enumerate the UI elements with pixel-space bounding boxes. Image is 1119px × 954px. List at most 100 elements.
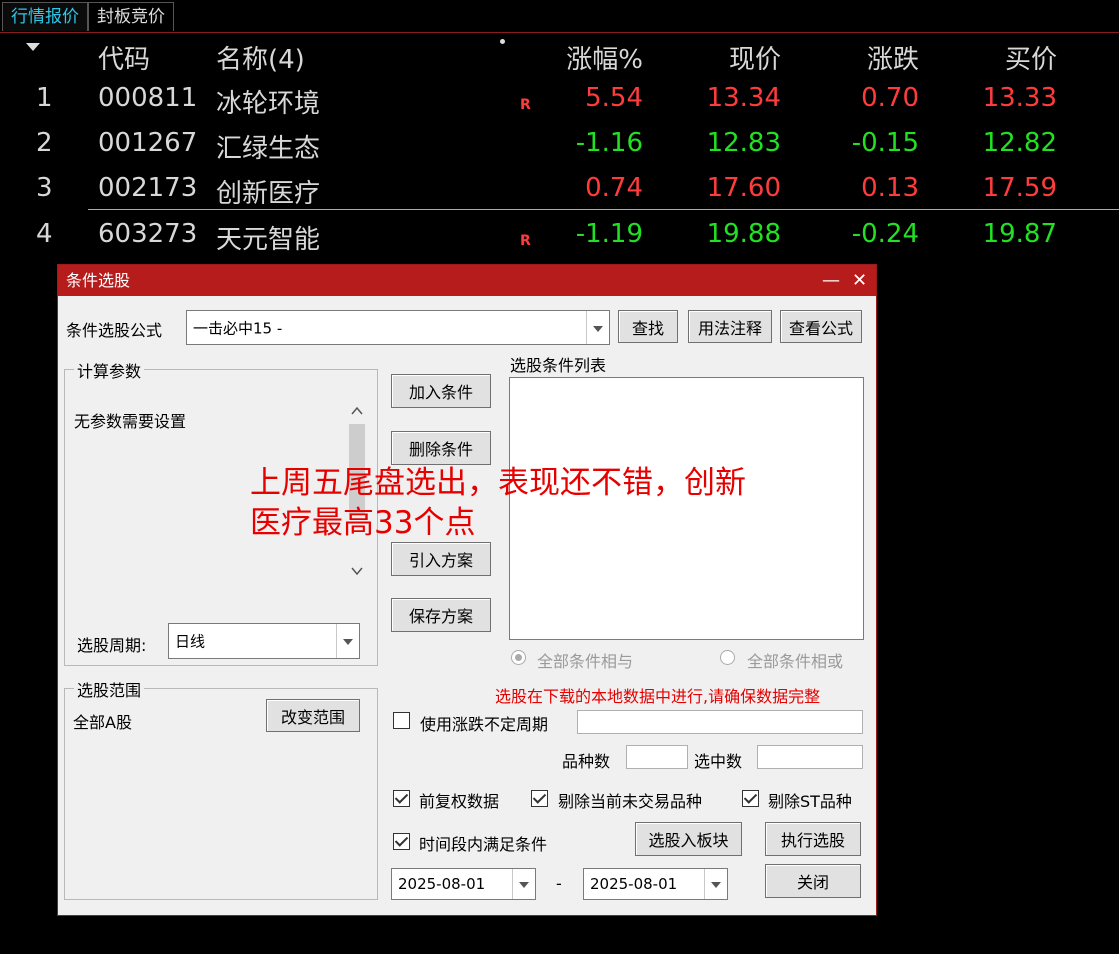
pct-change: -1.16 (575, 128, 643, 158)
period-satisfy-checkbox[interactable] (393, 833, 410, 850)
range-value: 全部A股 (73, 713, 132, 732)
period-label: 选股周期: (77, 636, 147, 655)
forward-adjust-checkbox[interactable] (393, 790, 410, 807)
count-label: 品种数 (562, 752, 611, 771)
exclude-st-checkbox[interactable] (742, 790, 759, 807)
table-row[interactable]: 2 001267 汇绿生态 -1.16 12.83 -0.15 12.82 (0, 122, 1119, 166)
col-header-pct[interactable]: 涨幅% (566, 39, 643, 76)
bid-price: 13.33 (982, 83, 1057, 113)
view-formula-button[interactable]: 查看公式 (780, 310, 862, 343)
execute-screen-button[interactable]: 执行选股 (765, 822, 861, 856)
range-group: 选股范围 全部A股 改变范围 (64, 677, 378, 900)
radio-all-or-label: 全部条件相或 (747, 652, 844, 671)
annotation-text: 上周五尾盘选出，表现还不错，创新 医疗最高33个点 (250, 463, 746, 543)
stock-code: 002173 (98, 173, 198, 203)
forward-adjust-label: 前复权数据 (419, 792, 500, 811)
col-header-price[interactable]: 现价 (729, 39, 781, 76)
price-change: 0.70 (861, 83, 919, 113)
row-index: 2 (36, 128, 53, 158)
date-separator: - (556, 874, 562, 893)
close-button[interactable]: 关闭 (765, 864, 861, 898)
import-plan-button[interactable]: 引入方案 (391, 542, 491, 576)
last-price: 17.60 (706, 173, 781, 203)
bid-price: 17.59 (982, 173, 1057, 203)
stock-code: 603273 (98, 219, 198, 249)
dialog-titlebar[interactable]: 条件选股 — ✕ (58, 265, 876, 296)
annotation-line-2: 医疗最高33个点 (250, 505, 476, 541)
data-warning: 选股在下载的本地数据中进行,请确保数据完整 (495, 687, 821, 706)
chevron-down-icon[interactable] (586, 311, 609, 344)
formula-combo[interactable]: 一击必中15 - (186, 310, 610, 345)
tab-market-quotes[interactable]: 行情报价 (2, 2, 88, 31)
change-range-button[interactable]: 改变范围 (266, 699, 360, 732)
margin-flag-badge: R (520, 233, 531, 249)
selected-label: 选中数 (694, 752, 743, 771)
chevron-down-icon[interactable] (512, 869, 535, 899)
row-index: 3 (36, 173, 53, 203)
date-from-value: 2025-08-01 (398, 875, 486, 893)
bid-price: 19.87 (982, 219, 1057, 249)
stock-name: 创新医疗 (216, 179, 321, 209)
add-to-block-button[interactable]: 选股入板块 (635, 822, 742, 856)
table-row[interactable]: 1 000811 冰轮环境 R 5.54 13.34 0.70 13.33 (0, 77, 1119, 121)
use-indef-period-checkbox[interactable] (393, 712, 410, 729)
price-change: 0.13 (861, 173, 919, 203)
condition-screen-dialog: 条件选股 — ✕ 条件选股公式 一击必中15 - 查找 用法注释 查看公式 计算… (57, 264, 877, 916)
minimize-icon[interactable]: — (822, 265, 840, 296)
stock-name: 冰轮环境 (216, 89, 321, 119)
col-header-code[interactable]: 代码 (98, 39, 150, 76)
date-to-value: 2025-08-01 (590, 875, 678, 893)
radio-all-and-label: 全部条件相与 (537, 652, 634, 671)
dialog-title: 条件选股 (66, 271, 131, 290)
table-row[interactable]: 4 603273 天元智能 R -1.19 19.88 -0.24 19.87 (0, 213, 1119, 257)
usage-notes-button[interactable]: 用法注释 (688, 310, 772, 343)
quote-table-header: 代码 名称(4) 涨幅% 现价 涨跌 买价 (0, 33, 1119, 77)
formula-label: 条件选股公式 (66, 321, 163, 340)
exclude-untraded-checkbox[interactable] (531, 790, 548, 807)
indef-period-field[interactable] (577, 710, 863, 734)
stock-name: 天元智能 (216, 225, 321, 255)
col-header-change[interactable]: 涨跌 (867, 39, 919, 76)
table-row[interactable]: 3 002173 创新医疗 0.74 17.60 0.13 17.59 (0, 167, 1119, 211)
count-field (626, 745, 688, 769)
pct-change: 5.54 (585, 83, 643, 113)
stock-name: 汇绿生态 (216, 134, 321, 164)
params-group-label: 计算参数 (74, 358, 145, 382)
col-header-bid[interactable]: 买价 (1005, 39, 1057, 76)
margin-flag-badge: R (520, 97, 531, 113)
exclude-untraded-label: 剔除当前未交易品种 (558, 792, 703, 811)
find-button[interactable]: 查找 (618, 310, 678, 343)
selected-field (757, 745, 863, 769)
exclude-st-label: 剔除ST品种 (768, 792, 852, 811)
use-indef-period-label: 使用涨跌不定周期 (420, 715, 549, 734)
radio-all-or[interactable] (720, 650, 735, 665)
bid-price: 12.82 (982, 128, 1057, 158)
selection-divider (88, 209, 1119, 210)
col-header-name[interactable]: 名称(4) (216, 39, 305, 76)
last-price: 19.88 (706, 219, 781, 249)
close-icon[interactable]: ✕ (852, 265, 867, 296)
date-from-picker[interactable]: 2025-08-01 (391, 868, 536, 900)
price-change: -0.15 (851, 128, 919, 158)
annotation-line-1: 上周五尾盘选出，表现还不错，创新 (250, 465, 746, 501)
price-change: -0.24 (851, 219, 919, 249)
sort-menu-icon[interactable] (26, 43, 40, 51)
stock-code: 001267 (98, 128, 198, 158)
last-price: 13.34 (706, 83, 781, 113)
formula-value: 一击必中15 - (193, 319, 283, 337)
row-index: 1 (36, 83, 53, 113)
radio-all-and[interactable] (511, 650, 526, 665)
tab-limit-auction[interactable]: 封板竞价 (88, 2, 174, 31)
delete-condition-button[interactable]: 删除条件 (391, 431, 491, 465)
params-text: 无参数需要设置 (74, 412, 187, 431)
chevron-down-icon[interactable] (336, 624, 359, 658)
range-group-label: 选股范围 (74, 677, 145, 701)
chevron-down-icon[interactable] (704, 869, 727, 899)
add-condition-button[interactable]: 加入条件 (391, 374, 491, 408)
condition-list-label: 选股条件列表 (510, 356, 607, 375)
save-plan-button[interactable]: 保存方案 (391, 598, 491, 632)
period-satisfy-label: 时间段内满足条件 (419, 835, 548, 854)
date-to-picker[interactable]: 2025-08-01 (583, 868, 728, 900)
period-combo[interactable]: 日线 (168, 623, 360, 659)
dot-marker-icon (500, 39, 505, 44)
